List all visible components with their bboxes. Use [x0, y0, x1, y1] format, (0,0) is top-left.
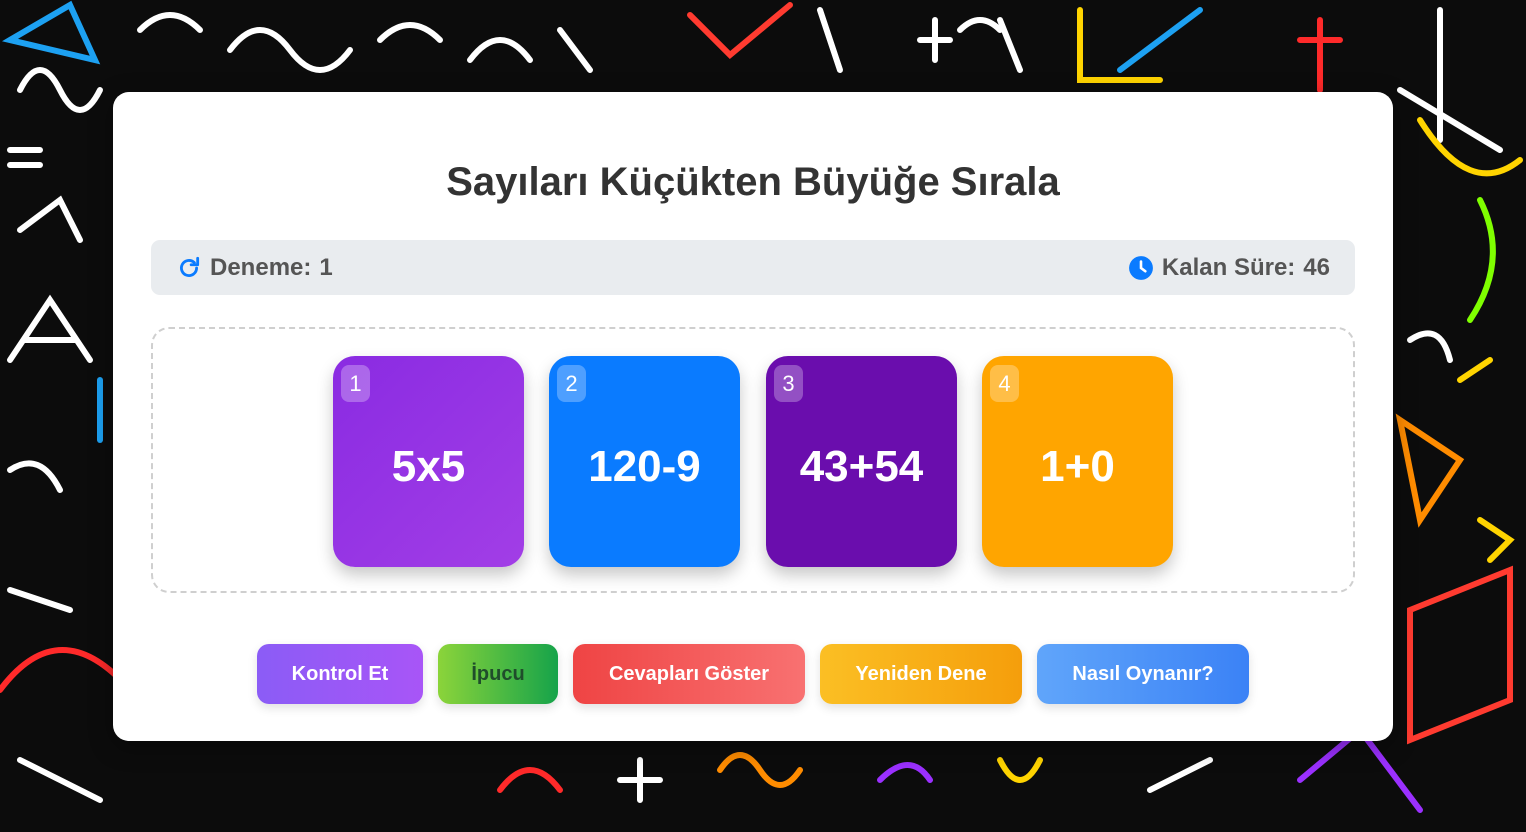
- tile-index: 3: [774, 365, 803, 402]
- retry-button[interactable]: Yeniden Dene: [820, 644, 1022, 704]
- attempts-counter: Deneme: 1: [176, 254, 333, 282]
- tile-expression: 120-9: [588, 441, 701, 491]
- tile-index: 1: [341, 365, 370, 402]
- check-button[interactable]: Kontrol Et: [257, 644, 423, 704]
- attempts-value: 1: [319, 253, 333, 281]
- time-label: Kalan Süre:: [1161, 253, 1296, 281]
- time-value: 46: [1303, 253, 1330, 281]
- refresh-icon: [176, 255, 202, 281]
- game-card: Sayıları Küçükten Büyüğe Sırala Deneme: …: [113, 92, 1393, 741]
- clock-icon: [1128, 255, 1154, 281]
- hint-button[interactable]: İpucu: [438, 644, 558, 704]
- number-tile[interactable]: 3 43+54: [766, 356, 957, 567]
- how-to-play-button[interactable]: Nasıl Oynanır?: [1037, 644, 1249, 704]
- game-title: Sayıları Küçükten Büyüğe Sırala: [446, 160, 1060, 204]
- tile-index: 4: [990, 365, 1019, 402]
- attempts-label: Deneme:: [210, 253, 312, 281]
- number-tile[interactable]: 2 120-9: [549, 356, 740, 567]
- tile-expression: 5x5: [391, 441, 466, 491]
- tile-index: 2: [557, 365, 586, 402]
- number-tile[interactable]: 1 5x5: [333, 356, 524, 567]
- tile-expression: 1+0: [1040, 441, 1115, 491]
- show-answers-button[interactable]: Cevapları Göster: [573, 644, 805, 704]
- time-remaining: Kalan Süre: 46: [1128, 254, 1330, 282]
- tile-expression: 43+54: [799, 441, 924, 491]
- status-bar: Deneme: 1 Kalan Süre: 46: [151, 240, 1355, 295]
- number-tile[interactable]: 4 1+0: [982, 356, 1173, 567]
- sort-drop-zone[interactable]: 1 5x5 2 120-9 3 43+54 4 1+0: [151, 327, 1355, 593]
